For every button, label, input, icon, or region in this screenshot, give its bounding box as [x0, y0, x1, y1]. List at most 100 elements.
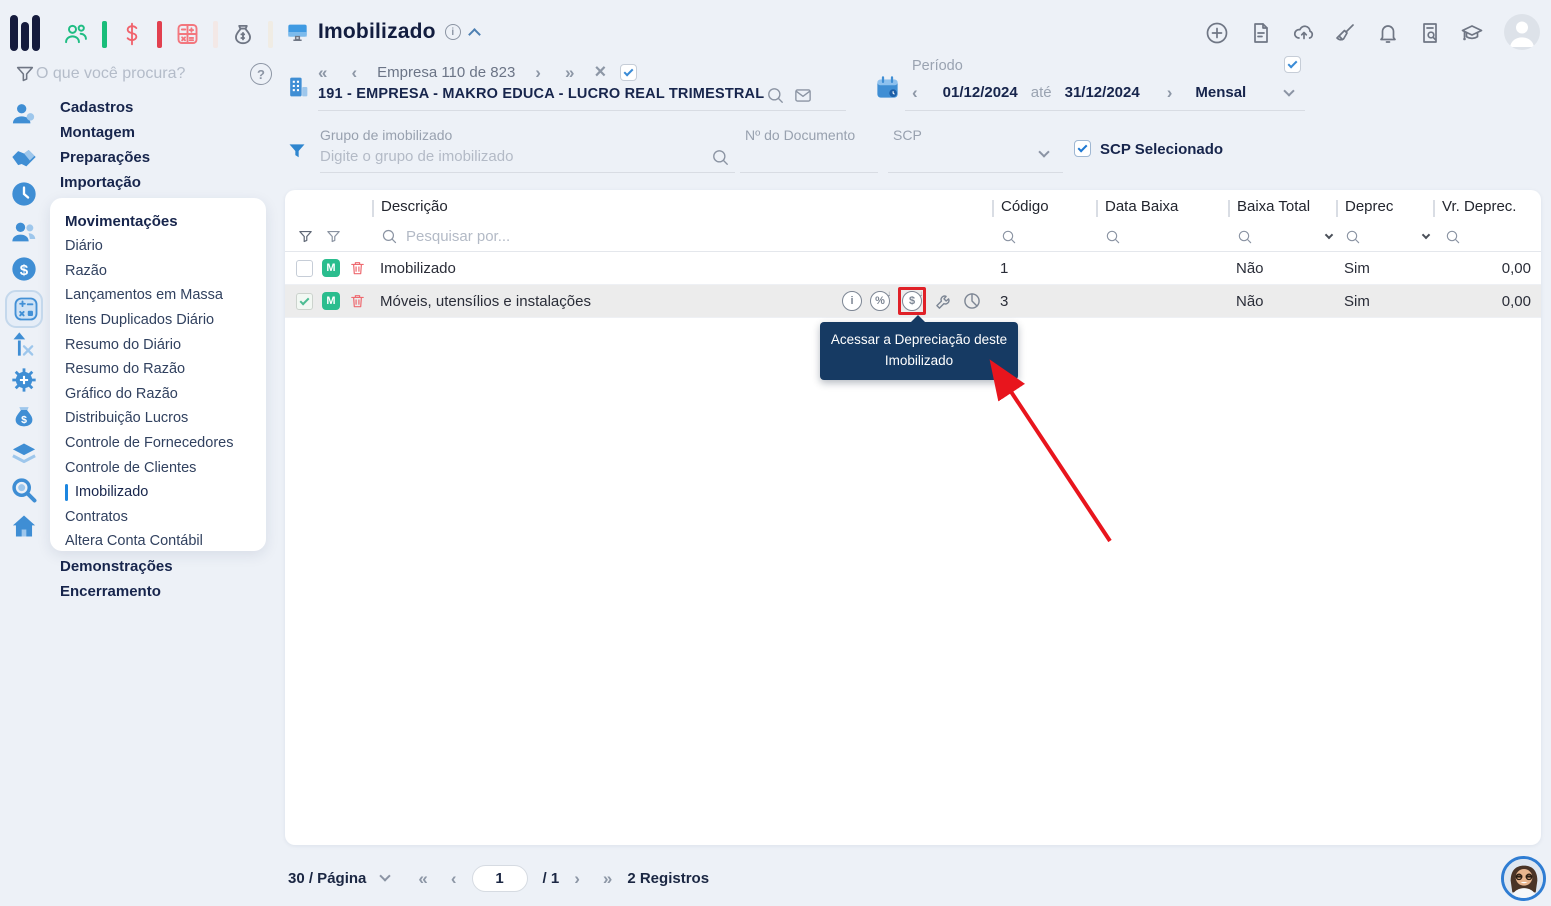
submenu-item-controle-de-fornecedores[interactable]: Controle de Fornecedores	[65, 431, 266, 456]
row-info-icon[interactable]: i	[842, 291, 862, 311]
column-header-descricao[interactable]: Descrição	[372, 198, 996, 217]
column-header-vr-deprec[interactable]: Vr. Deprec.	[1433, 198, 1541, 217]
rail-dollar-icon[interactable]: $	[10, 255, 38, 283]
period-start-date[interactable]: 01/12/2024	[943, 84, 1018, 101]
page-number-input[interactable]	[471, 864, 528, 892]
table-row-selected[interactable]: M Móveis, utensílios e instalações i % ↓ …	[285, 285, 1541, 318]
document-filter-input[interactable]	[740, 172, 878, 173]
period-prev-button[interactable]: ‹	[912, 84, 918, 101]
rail-handshake-icon[interactable]	[10, 143, 38, 171]
table-search-icon[interactable]	[381, 228, 398, 245]
submenu-item-contratos[interactable]: Contratos	[65, 505, 266, 530]
delete-row-icon[interactable]	[349, 259, 366, 277]
rail-home-icon[interactable]	[10, 512, 38, 540]
education-cap-icon[interactable]	[1460, 21, 1484, 45]
per-page-select[interactable]: 30 / Página	[288, 870, 366, 887]
sidebar-item-encerramento[interactable]: Encerramento	[60, 579, 260, 604]
cloud-upload-icon[interactable]	[1292, 21, 1316, 45]
scp-filter-select[interactable]	[888, 172, 1063, 173]
help-icon[interactable]: ?	[250, 63, 272, 85]
rail-people-icon[interactable]	[10, 218, 38, 246]
vr-deprec-filter-search-icon[interactable]	[1445, 229, 1461, 245]
submenu-item-altera-conta-contabil[interactable]: Altera Conta Contábil	[65, 529, 266, 554]
company-mail-icon[interactable]	[793, 86, 813, 105]
company-search-icon[interactable]	[766, 86, 785, 105]
people-module-icon[interactable]	[62, 20, 90, 48]
company-prev-button[interactable]: ‹	[351, 64, 357, 81]
company-next-button[interactable]: ›	[535, 64, 541, 81]
scp-filter-chevron-icon[interactable]	[1038, 146, 1050, 158]
first-page-button[interactable]: «	[418, 870, 427, 887]
data-baixa-filter-search-icon[interactable]	[1105, 229, 1121, 245]
group-filter-input[interactable]: Digite o grupo de imobilizado	[320, 148, 513, 165]
scp-selected-checkbox[interactable]	[1074, 140, 1091, 157]
deprec-filter-chevron-icon[interactable]	[1421, 230, 1431, 239]
last-page-button[interactable]: »	[603, 870, 612, 887]
submenu-item-lancamentos-em-massa[interactable]: Lançamentos em Massa	[65, 283, 266, 308]
rail-user-settings-icon[interactable]	[10, 100, 38, 128]
period-checkbox[interactable]	[1284, 56, 1301, 73]
support-chat-avatar[interactable]	[1501, 856, 1546, 901]
column-header-baixa-total[interactable]: Baixa Total	[1228, 198, 1340, 217]
column-header-codigo[interactable]: Código	[992, 198, 1100, 217]
calculator-module-icon[interactable]	[174, 20, 201, 48]
company-clear-button[interactable]: ×	[594, 62, 606, 82]
baixa-total-filter-search-icon[interactable]	[1237, 229, 1253, 245]
finance-module-icon[interactable]	[119, 20, 145, 48]
submenu-item-resumo-do-razao[interactable]: Resumo do Razão	[65, 357, 266, 382]
sidebar-item-demonstracoes[interactable]: Demonstrações	[60, 554, 260, 579]
rail-clock-icon[interactable]	[10, 180, 38, 208]
table-row[interactable]: M Imobilizado 1 Não Sim 0,00	[285, 252, 1541, 285]
sidebar-item-montagem[interactable]: Montagem	[60, 120, 260, 145]
delete-row-icon[interactable]	[349, 292, 366, 310]
period-mode-chevron-icon[interactable]	[1283, 84, 1295, 97]
table-search-input[interactable]: Pesquisar por...	[406, 228, 510, 245]
baixa-total-filter-chevron-icon[interactable]	[1324, 230, 1334, 239]
row-percent-icon[interactable]: % ↓	[870, 289, 891, 311]
company-last-button[interactable]: »	[565, 64, 574, 81]
row-checkbox[interactable]	[296, 259, 313, 277]
submenu-item-imobilizado-active[interactable]: Imobilizado	[65, 480, 266, 505]
next-page-button[interactable]: ›	[574, 870, 580, 887]
sidebar-search[interactable]: O que você procura? ?	[12, 60, 272, 88]
per-page-chevron-icon[interactable]	[379, 870, 392, 882]
broom-icon[interactable]	[1334, 21, 1358, 45]
row-pie-chart-icon[interactable]	[962, 291, 982, 311]
rail-layers-icon[interactable]	[10, 440, 38, 468]
info-icon[interactable]: i	[444, 24, 461, 40]
submenu-item-resumo-do-diario[interactable]: Resumo do Diário	[65, 332, 266, 357]
submenu-item-diario[interactable]: Diário	[65, 234, 266, 259]
submenu-item-controle-de-clientes[interactable]: Controle de Clientes	[65, 455, 266, 480]
user-avatar[interactable]	[1504, 14, 1540, 50]
audit-log-icon[interactable]	[1418, 21, 1442, 45]
rail-gear-icon[interactable]	[10, 366, 38, 394]
table-funnel-icon-1[interactable]	[297, 228, 314, 245]
collapse-chevron-up-icon[interactable]	[467, 27, 481, 41]
codigo-filter-search-icon[interactable]	[1001, 229, 1017, 245]
notifications-bell-icon[interactable]	[1376, 21, 1400, 45]
deprec-filter-search-icon[interactable]	[1345, 229, 1361, 245]
rail-moneybag-icon[interactable]: $	[10, 403, 38, 431]
add-icon[interactable]	[1205, 21, 1229, 45]
row-wrench-icon[interactable]	[934, 291, 954, 311]
row-checkbox-checked[interactable]	[296, 292, 313, 310]
period-end-date[interactable]: 31/12/2024	[1065, 84, 1140, 101]
submenu-item-razao[interactable]: Razão	[65, 259, 266, 284]
sidebar-item-cadastros[interactable]: Cadastros	[60, 95, 260, 120]
rail-trend-icon[interactable]	[10, 330, 38, 358]
row-depreciation-icon[interactable]: $ ↓	[902, 289, 923, 311]
table-funnel-icon-2[interactable]	[325, 228, 342, 245]
submenu-item-itens-duplicados-diario[interactable]: Itens Duplicados Diário	[65, 308, 266, 333]
column-header-data-baixa[interactable]: Data Baixa	[1096, 198, 1232, 217]
group-filter-search-icon[interactable]	[711, 148, 730, 167]
company-first-button[interactable]: «	[318, 64, 327, 81]
rail-search-icon[interactable]	[10, 476, 38, 504]
document-icon[interactable]	[1249, 21, 1273, 45]
period-mode-select[interactable]: Mensal	[1195, 84, 1246, 101]
rail-calculator-icon-active[interactable]	[12, 295, 40, 323]
prev-page-button[interactable]: ‹	[451, 870, 457, 887]
company-checkbox[interactable]	[620, 63, 638, 81]
sidebar-item-importacao[interactable]: Importação	[60, 170, 260, 195]
submenu-item-grafico-do-razao[interactable]: Gráfico do Razão	[65, 382, 266, 407]
sidebar-item-movimentacoes[interactable]: Movimentações	[65, 208, 266, 234]
